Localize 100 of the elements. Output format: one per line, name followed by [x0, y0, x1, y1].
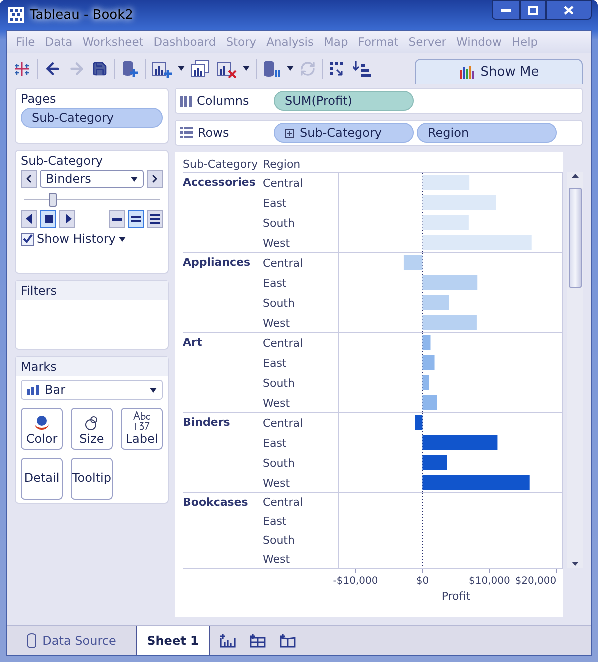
- minimize-icon: [501, 8, 511, 12]
- back-button[interactable]: [21, 210, 37, 228]
- expand-icon[interactable]: [285, 128, 294, 138]
- maximize-icon: [528, 6, 538, 14]
- row-header: Appliances: [183, 255, 252, 271]
- scroll-up-icon[interactable]: [572, 174, 578, 178]
- speed-button[interactable]: [109, 210, 125, 228]
- row-header: Central: [263, 416, 304, 432]
- marks-button[interactable]: Tooltip: [71, 458, 113, 500]
- previous-button[interactable]: [21, 170, 37, 188]
- column-header: Sub-Category: [183, 158, 260, 172]
- row-header: Art: [183, 335, 204, 351]
- card-title: Sub-Category: [20, 153, 104, 170]
- scroll-down-icon[interactable]: [572, 562, 578, 566]
- row-header: East: [263, 514, 288, 530]
- scroll-thumb[interactable]: [568, 188, 582, 288]
- window-title: Tableau - Book2: [30, 8, 134, 22]
- row-header: Binders: [183, 415, 232, 431]
- sheet-tab[interactable]: Sheet 1: [137, 626, 210, 655]
- marks-button[interactable]: Color: [21, 408, 63, 450]
- row-header: East: [263, 276, 288, 292]
- row-header: West: [263, 316, 292, 332]
- back-icon[interactable]: [44, 60, 62, 78]
- new-data-source-icon[interactable]: [121, 60, 139, 78]
- card-title: Filters: [16, 281, 168, 300]
- row-header: Central: [263, 495, 304, 511]
- app-logo-icon: [8, 7, 24, 23]
- row-header: Central: [263, 176, 304, 192]
- row-header: West: [263, 236, 292, 252]
- checkbox[interactable]: [21, 232, 34, 246]
- sort-icon[interactable]: [353, 60, 371, 78]
- row-header: West: [263, 476, 292, 492]
- caret-icon[interactable]: [150, 388, 157, 392]
- tick-label: -$10,000: [333, 576, 378, 587]
- marks-button[interactable]: Size: [71, 408, 113, 450]
- row-header: West: [263, 396, 292, 412]
- duplicate-sheet-icon[interactable]: [191, 60, 211, 78]
- size-icon: [84, 415, 100, 431]
- row-header: East: [263, 356, 288, 372]
- tick-label: $10,000: [469, 576, 510, 587]
- slider-thumb[interactable]: [48, 193, 57, 207]
- page-dropdown[interactable]: Binders: [40, 170, 144, 188]
- row-header: Bookcases: [183, 495, 250, 511]
- color-icon: [33, 415, 51, 431]
- app-logo-icon[interactable]: [13, 60, 31, 78]
- check-icon: [22, 234, 32, 244]
- new-dashboard-icon[interactable]: [250, 634, 266, 648]
- close-button[interactable]: [546, 0, 592, 20]
- speed-icon: [112, 218, 122, 220]
- database-icon[interactable]: [263, 60, 281, 78]
- caret-icon[interactable]: [287, 66, 294, 71]
- new-worksheet-icon[interactable]: [152, 60, 172, 78]
- save-icon[interactable]: [92, 60, 108, 76]
- marks-button[interactable]: Label: [121, 408, 163, 450]
- field-pill[interactable]: SUM(Profit): [274, 91, 414, 111]
- row-header: Central: [263, 256, 304, 272]
- card-title: Pages: [20, 91, 58, 108]
- caret-icon[interactable]: [243, 66, 250, 71]
- marks-button[interactable]: Detail: [21, 458, 63, 500]
- caret-icon[interactable]: [131, 176, 138, 182]
- row-header: South: [263, 456, 296, 472]
- row-header: East: [263, 196, 288, 212]
- mark-type-label: Bar: [45, 383, 66, 397]
- database-icon: [26, 632, 37, 648]
- abc-123-icon: [132, 411, 152, 431]
- row-header: Central: [263, 336, 304, 352]
- clear-sheet-icon[interactable]: [217, 60, 237, 78]
- field-pill[interactable]: Region: [417, 123, 557, 143]
- new-worksheet-icon[interactable]: [220, 634, 236, 648]
- show-history-label[interactable]: Show History: [37, 232, 116, 246]
- maximize-button[interactable]: [520, 0, 546, 20]
- minimize-button[interactable]: [492, 0, 520, 20]
- scrollbar[interactable]: [567, 172, 583, 568]
- pages-pill[interactable]: Sub-Category: [21, 108, 163, 128]
- field-pill[interactable]: Sub-Category: [274, 123, 414, 143]
- row-header: South: [263, 376, 296, 392]
- row-header: West: [263, 552, 292, 568]
- bar-mark-icon: [27, 385, 39, 395]
- forward-button[interactable]: [59, 210, 75, 228]
- axis-title: Profit: [442, 590, 471, 603]
- rows-icon: [180, 127, 193, 139]
- row-header: South: [263, 216, 296, 232]
- bar-chart-icon: [458, 65, 475, 79]
- tick-label: $0: [416, 576, 430, 587]
- close-icon: [564, 6, 574, 14]
- row-header: East: [263, 436, 288, 452]
- show-me-button[interactable]: Show Me: [415, 59, 583, 84]
- column-header: Region: [263, 158, 302, 172]
- mark-type-dropdown[interactable]: Bar: [21, 380, 163, 400]
- stop-button[interactable]: [40, 210, 56, 228]
- speed-icon: [131, 216, 141, 222]
- row-header: South: [263, 533, 296, 549]
- speed-button[interactable]: [128, 210, 144, 228]
- caret-icon[interactable]: [178, 66, 185, 71]
- caret-icon[interactable]: [118, 236, 126, 242]
- row-header: South: [263, 296, 296, 312]
- tick-label: $20,000: [515, 576, 557, 587]
- speed-button[interactable]: [147, 210, 163, 228]
- row-header: Accessories: [183, 175, 257, 191]
- next-button[interactable]: [147, 170, 163, 188]
